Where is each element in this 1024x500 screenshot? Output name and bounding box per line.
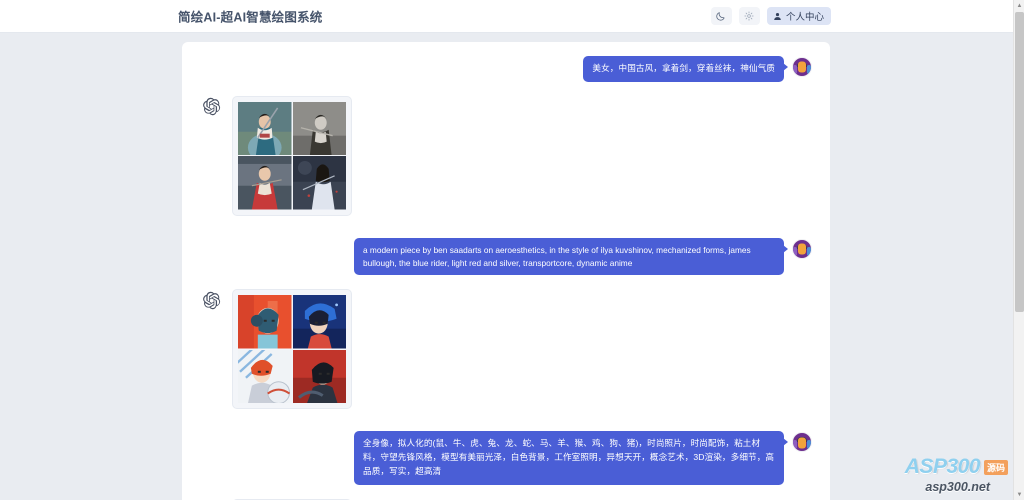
- gear-icon: [744, 11, 754, 21]
- message-bubble-user[interactable]: 全身像，拟人化的(鼠、牛、虎、兔、龙、蛇、马、羊、猴、鸡、狗、猪)，时尚照片，时…: [354, 431, 784, 484]
- image-cell[interactable]: [238, 156, 292, 210]
- image-grid[interactable]: [238, 295, 346, 403]
- header-actions: 个人中心: [711, 7, 831, 25]
- avatar-user: [792, 239, 812, 259]
- page-scrollbar[interactable]: ▲ ▼: [1013, 0, 1024, 500]
- chat-panel: 美女，中国古风，拿着剑，穿着丝袜，神仙气质: [182, 42, 830, 500]
- chat-row-user: 美女，中国古风，拿着剑，穿着丝袜，神仙气质: [200, 56, 812, 82]
- openai-logo-icon: [202, 291, 221, 315]
- avatar-face: [798, 244, 806, 255]
- watermark-brand: ASP300: [905, 455, 980, 479]
- settings-button[interactable]: [739, 7, 760, 25]
- row-spacer: [200, 409, 812, 431]
- avatar-user: [792, 57, 812, 77]
- app-header: 简绘AI-超AI智慧绘图系统: [0, 0, 1013, 33]
- image-cell[interactable]: [293, 156, 347, 210]
- chat-row-user: 全身像，拟人化的(鼠、牛、虎、兔、龙、蛇、马、羊、猴、鸡、狗、猪)，时尚照片，时…: [200, 431, 812, 484]
- avatar-shape-right: [807, 247, 811, 256]
- image-grid[interactable]: [238, 102, 346, 210]
- generated-image-card[interactable]: [232, 96, 352, 216]
- avatar-user: [792, 432, 812, 452]
- row-spacer: [200, 82, 812, 96]
- moon-icon: [716, 11, 726, 21]
- chat-row-assistant: [200, 96, 812, 216]
- scrollbar-up-arrow[interactable]: ▲: [1014, 0, 1024, 11]
- watermark-brand-row: ASP300 源码: [905, 455, 1008, 479]
- row-spacer: [200, 216, 812, 238]
- generated-image-card[interactable]: [232, 289, 352, 409]
- image-cell[interactable]: [238, 102, 292, 156]
- site-watermark: ASP300 源码 asp300.net: [905, 455, 1008, 494]
- chat-row-assistant: [200, 289, 812, 409]
- avatar-assistant: [200, 98, 223, 121]
- avatar-assistant: [200, 291, 223, 314]
- avatar-face: [798, 62, 806, 73]
- user-center-button[interactable]: 个人中心: [767, 7, 831, 25]
- theme-toggle-button[interactable]: [711, 7, 732, 25]
- chat-message-list: 美女，中国古风，拿着剑，穿着丝袜，神仙气质: [182, 42, 830, 500]
- scrollbar-thumb[interactable]: [1015, 12, 1024, 312]
- image-cell[interactable]: [238, 350, 292, 404]
- watermark-url: asp300.net: [905, 480, 990, 494]
- openai-logo-icon: [202, 97, 221, 121]
- avatar-shape-right: [807, 65, 811, 74]
- avatar-face: [798, 437, 806, 448]
- avatar-shape-right: [807, 440, 811, 449]
- image-cell[interactable]: [293, 350, 347, 404]
- image-cell[interactable]: [293, 102, 347, 156]
- message-bubble-user[interactable]: a modern piece by ben saadarts on aeroes…: [354, 238, 784, 276]
- image-cell[interactable]: [238, 295, 292, 349]
- watermark-badge: 源码: [984, 460, 1008, 475]
- image-cell[interactable]: [293, 295, 347, 349]
- app-root: 简绘AI-超AI智慧绘图系统: [0, 0, 1024, 500]
- chat-row-user: a modern piece by ben saadarts on aeroes…: [200, 238, 812, 276]
- message-bubble-user[interactable]: 美女，中国古风，拿着剑，穿着丝袜，神仙气质: [583, 56, 784, 82]
- row-spacer: [200, 275, 812, 289]
- scrollbar-down-arrow[interactable]: ▼: [1014, 489, 1024, 500]
- user-center-label: 个人中心: [786, 9, 824, 23]
- user-icon: [773, 9, 782, 24]
- row-spacer: [200, 485, 812, 499]
- page-title: 简绘AI-超AI智慧绘图系统: [178, 7, 322, 26]
